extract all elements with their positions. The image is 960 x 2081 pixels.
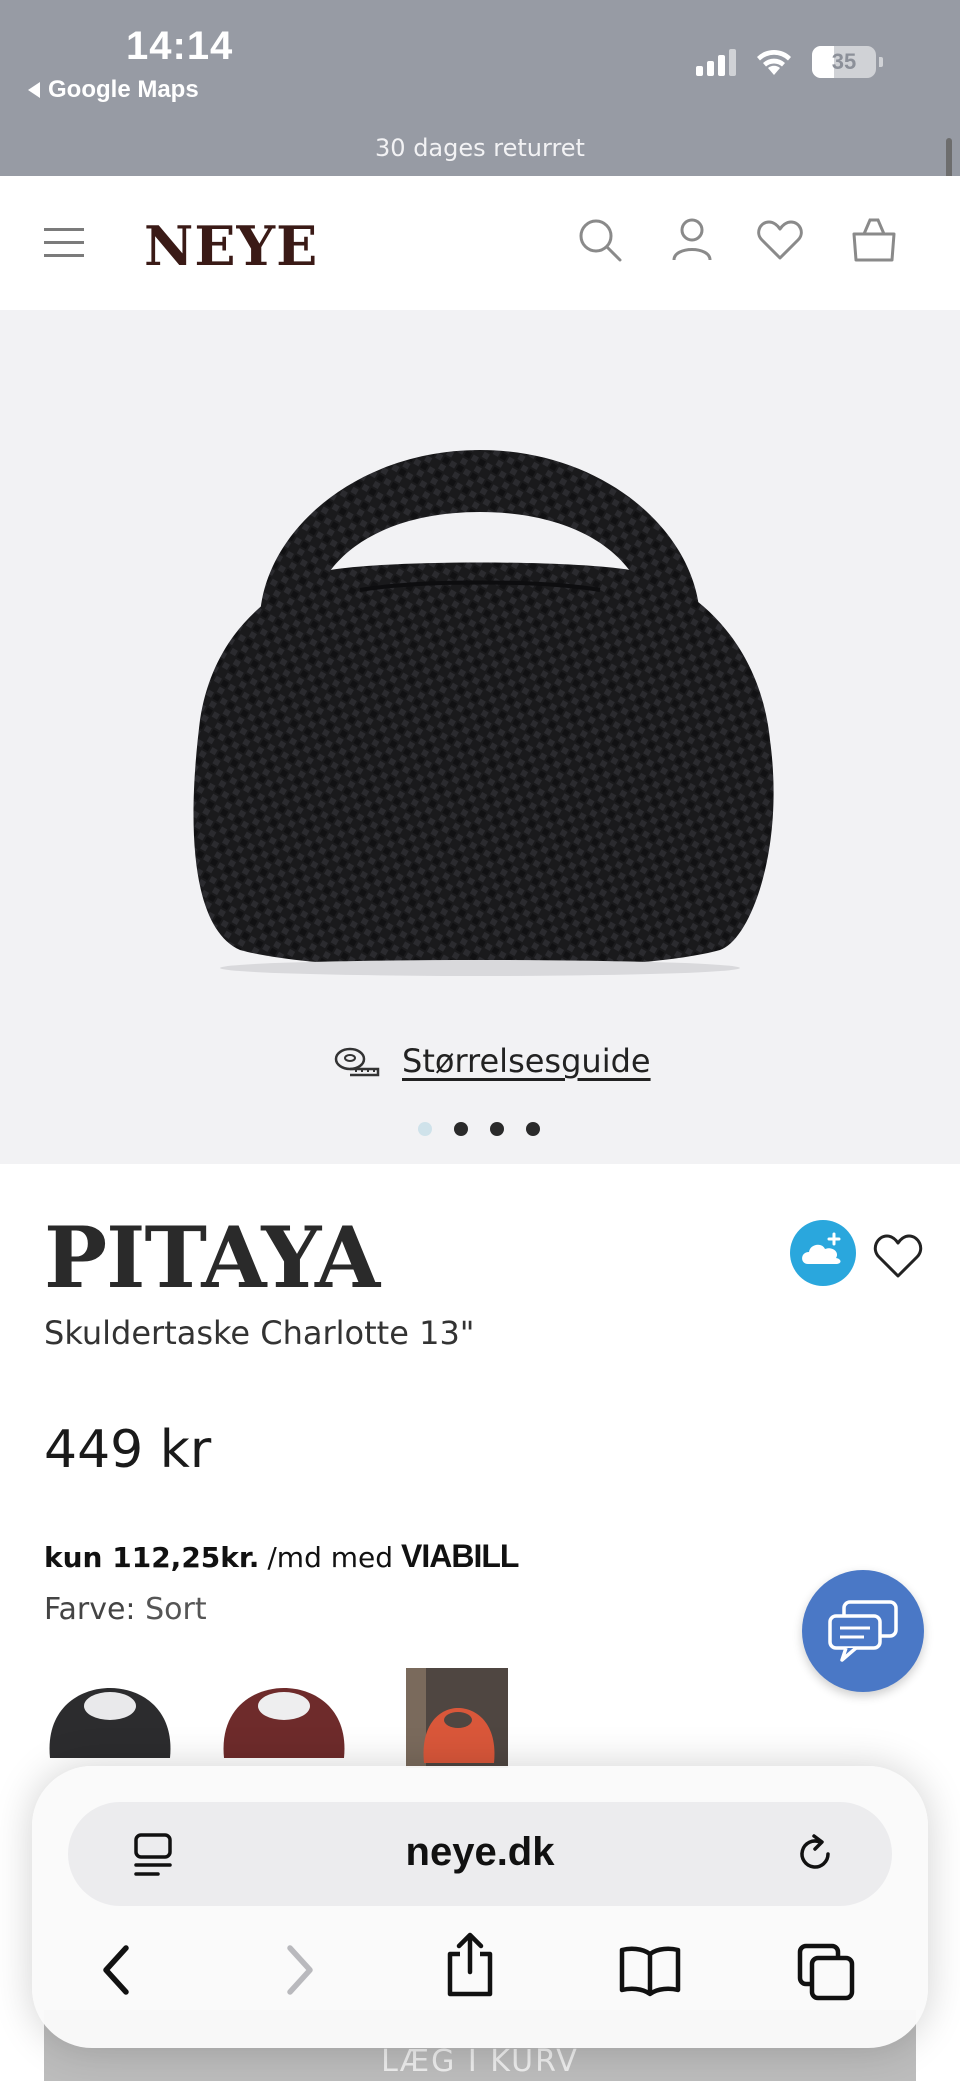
browser-toolbar: neye.dk <box>32 1766 928 2048</box>
tabs-icon[interactable] <box>796 1942 856 2002</box>
add-to-cart-label: LÆG I KURV <box>381 2044 579 2079</box>
live-chat-button[interactable] <box>802 1570 924 1692</box>
measuring-tape-icon <box>334 1047 380 1077</box>
carousel-dot[interactable] <box>526 1122 540 1136</box>
back-arrow-icon <box>28 82 40 98</box>
product-brand: PITAYA <box>44 1208 380 1307</box>
viabill-logo: VIABILL <box>401 1538 519 1574</box>
battery-percentage: 35 <box>831 49 857 74</box>
chat-bubbles-icon <box>828 1600 898 1662</box>
cellular-signal-icon <box>696 48 736 76</box>
hamburger-menu-icon[interactable] <box>44 228 84 258</box>
orange-bag-thumbnail <box>406 1668 508 1768</box>
color-swatch-orange[interactable] <box>406 1668 508 1768</box>
size-guide-label: Størrelsesguide <box>402 1042 651 1080</box>
carousel-dot[interactable] <box>454 1122 468 1136</box>
battery-icon: 35 <box>812 46 883 78</box>
installment-suffix: /md med <box>267 1541 394 1574</box>
cloud-plus-icon <box>802 1232 841 1264</box>
product-image-carousel[interactable]: Størrelsesguide <box>0 310 960 1164</box>
back-app-label: Google Maps <box>48 76 199 103</box>
back-to-app-link[interactable]: Google Maps <box>28 76 199 104</box>
save-to-cloud-button[interactable] <box>790 1220 856 1286</box>
product-price: 449 kr <box>44 1420 212 1480</box>
url-text: neye.dk <box>405 1830 555 1874</box>
site-header: NEYE <box>0 176 960 310</box>
back-icon[interactable] <box>94 1942 142 1998</box>
address-bar[interactable]: neye.dk <box>68 1802 892 1906</box>
forward-icon[interactable] <box>274 1942 322 1998</box>
color-swatch-black[interactable] <box>40 1668 180 1768</box>
clock: 14:14 <box>126 24 234 68</box>
carousel-dot[interactable] <box>418 1122 432 1136</box>
site-logo[interactable]: NEYE <box>144 214 318 278</box>
product-name: Skuldertaske Charlotte 13" <box>44 1314 475 1352</box>
status-bar: 14:14 Google Maps 35 30 dages returret <box>0 0 960 176</box>
carousel-dot[interactable] <box>490 1122 504 1136</box>
size-guide-link[interactable]: Størrelsesguide <box>334 1042 651 1080</box>
shopping-bag-icon[interactable] <box>846 212 902 268</box>
installment-amount: kun 112,25kr. <box>44 1541 260 1574</box>
search-icon[interactable] <box>572 212 628 268</box>
installment-info: kun 112,25kr. /md med VIABILL <box>44 1538 519 1575</box>
color-swatch-burgundy[interactable] <box>214 1668 354 1768</box>
color-label: Farve: <box>44 1592 136 1627</box>
promo-banner: 30 dages returret <box>375 134 585 162</box>
color-value: Sort <box>145 1592 207 1627</box>
status-icons: 35 <box>696 46 883 78</box>
wishlist-heart-icon[interactable] <box>752 212 808 268</box>
color-selection-label: Farve: Sort <box>44 1592 207 1627</box>
add-to-favorites-heart-icon[interactable] <box>870 1228 926 1284</box>
wifi-icon <box>757 49 791 75</box>
carousel-dots <box>418 1122 540 1136</box>
account-icon[interactable] <box>664 212 720 268</box>
product-image <box>193 450 774 976</box>
share-icon[interactable] <box>442 1932 498 1998</box>
bookmarks-icon[interactable] <box>618 1942 682 1998</box>
reload-icon[interactable] <box>792 1830 840 1878</box>
